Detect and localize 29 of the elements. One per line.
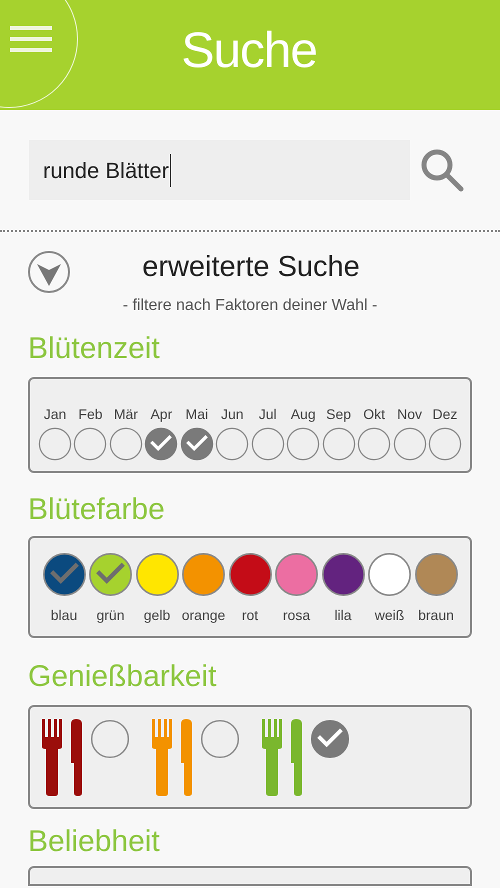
color-label: rot: [242, 606, 258, 624]
color-label: rosa: [282, 606, 310, 624]
color-label: weiß: [374, 606, 404, 624]
month-label: Aug: [290, 404, 316, 424]
page-title: Suche: [181, 20, 317, 80]
section-heading: Genießbarkeit: [28, 658, 218, 694]
color-label: gelb: [144, 606, 170, 625]
month-label: Jun: [220, 404, 244, 424]
color-label: orange: [182, 606, 226, 625]
month-label: Feb: [78, 404, 103, 424]
color-label: lila: [334, 606, 352, 624]
month-label: Dez: [432, 404, 458, 424]
month-label: Jul: [258, 404, 277, 424]
month-label: Okt: [363, 404, 385, 424]
color-label: braun: [418, 606, 454, 624]
month-label: Mai: [186, 404, 208, 424]
month-label: Mär: [114, 404, 138, 424]
month-label: Jan: [44, 404, 66, 424]
month-label: Sep: [326, 404, 352, 424]
color-label: grün: [96, 606, 125, 625]
section-heading: Blütefarbe: [28, 492, 166, 528]
search-field[interactable]: runde Blätter: [29, 140, 410, 200]
section-subtitle: - filtere nach Faktoren deiner Wahl -: [122, 296, 378, 316]
section-heading: Blütenzeit: [28, 330, 161, 366]
month-label: Apr: [150, 404, 172, 424]
section-heading: Beliebheit: [28, 824, 161, 860]
color-label: blau: [50, 606, 78, 624]
month-label: Nov: [397, 404, 422, 424]
section-title: erweiterte Suche: [142, 250, 360, 285]
